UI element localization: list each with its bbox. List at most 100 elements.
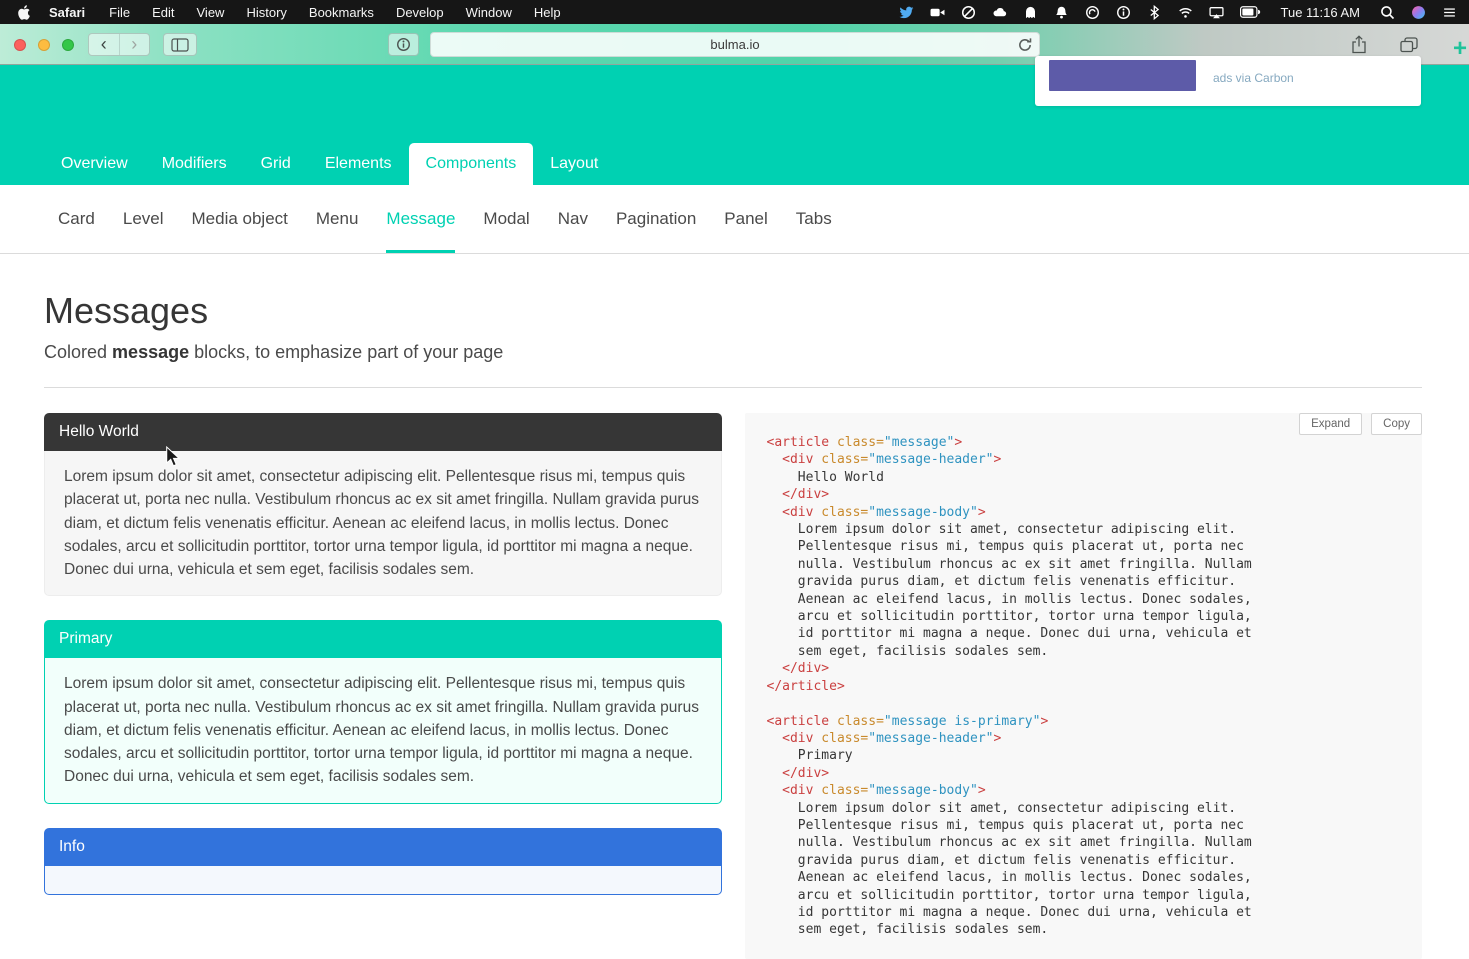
menu-bookmarks[interactable]: Bookmarks [309,5,374,20]
main-content: Messages Colored message blocks, to emph… [0,254,1469,959]
ad-image[interactable] [1049,60,1196,91]
siri-icon[interactable] [1411,5,1426,20]
screen-record-icon[interactable] [930,5,945,20]
ad-caption-link[interactable]: ads via Carbon [1213,71,1294,85]
wifi-icon[interactable] [1178,5,1193,20]
tab-components[interactable]: Components [408,143,534,185]
twitter-icon[interactable] [899,5,914,20]
active-app-name[interactable]: Safari [49,5,85,20]
message-body: Lorem ipsum dolor sit amet, consectetur … [44,658,722,804]
subnav-item-card[interactable]: Card [58,185,95,253]
code-line: <div class="message-header"> [782,452,1002,468]
subnav-item-panel[interactable]: Panel [724,185,767,253]
share-button[interactable] [1346,34,1372,55]
bluetooth-icon[interactable] [1147,4,1162,20]
subtitle-bold: message [112,342,190,362]
address-bar[interactable]: bulma.io [430,32,1040,57]
message-example-hello-world: Hello World Lorem ipsum dolor sit amet, c… [44,413,722,597]
code-line: </div> [782,487,830,503]
reload-icon[interactable] [1017,37,1033,53]
menu-file[interactable]: File [109,5,130,20]
spotlight-icon[interactable] [1380,5,1395,20]
subnav-item-modal[interactable]: Modal [483,185,529,253]
extension-button[interactable] [388,33,419,56]
forward-button[interactable]: › [118,34,150,55]
subnav-item-tabs[interactable]: Tabs [796,185,832,253]
window-zoom-button[interactable] [62,39,74,51]
code-line: Pellentesque risus mi, tempus quis place… [766,817,1244,833]
notification-bell-icon[interactable] [1054,5,1069,20]
example-columns: Hello World Lorem ipsum dolor sit amet, c… [44,413,1422,959]
subnav-item-media-object[interactable]: Media object [192,185,288,253]
menu-window[interactable]: Window [466,5,512,20]
code-line: arcu et sollicitudin porttitor, tortor u… [766,609,1252,625]
ghost-app-icon[interactable] [1023,5,1038,20]
divider [44,387,1422,388]
code-line: </div> [782,765,830,781]
code-line: Lorem ipsum dolor sit amet, consectetur … [766,522,1237,538]
code-line: <div class="message-body"> [782,783,986,799]
hero-banner: ads via Carbon Overview Modifiers Grid Elem… [0,56,1469,185]
message-body [44,865,722,895]
subnav-item-pagination[interactable]: Pagination [616,185,696,253]
airplay-icon[interactable] [1208,5,1224,20]
sidebar-button[interactable] [163,33,197,56]
code-block[interactable]: <article class="message"> <div class="me… [767,434,1405,939]
info-circle-icon [396,37,411,52]
code-line: gravida purus diam, et dictum felis vene… [766,574,1237,590]
code-line: Aenean ac eleifend lacus, in mollis lect… [766,870,1252,886]
menubar-status-area: Tue 11:16 AM [899,4,1458,20]
do-not-disturb-icon[interactable] [961,5,976,20]
code-actions: Expand Copy [1299,413,1422,435]
notification-center-icon[interactable] [1442,5,1457,20]
code-line: Hello World [766,469,884,485]
subnav-item-message[interactable]: Message [386,185,456,253]
spiral-app-icon[interactable] [1085,5,1100,20]
tabs-overview-icon [1400,36,1418,53]
new-tab-button[interactable]: + [1453,37,1467,61]
menu-develop[interactable]: Develop [396,5,444,20]
code-line: Pellentesque risus mi, tempus quis place… [766,539,1244,555]
menu-help[interactable]: Help [534,5,561,20]
tab-overview[interactable]: Overview [44,143,145,185]
window-close-button[interactable] [14,39,26,51]
code-column: Expand Copy <article class="message"> <d… [744,413,1422,959]
menu-view[interactable]: View [197,5,225,20]
subnav-item-nav[interactable]: Nav [558,185,588,253]
code-line: </div> [782,661,830,677]
tab-modifiers[interactable]: Modifiers [145,143,244,185]
code-line: </article> [766,678,845,694]
menubar-clock[interactable]: Tue 11:16 AM [1281,5,1361,20]
menubar-status-icons [899,4,1261,20]
code-panel: Expand Copy <article class="message"> <d… [744,413,1422,959]
history-nav-group: ‹ › [88,33,150,56]
carbon-ad-card[interactable]: ads via Carbon [1035,56,1421,106]
show-all-tabs-button[interactable] [1396,34,1422,55]
back-button[interactable]: ‹ [89,34,119,55]
icloud-icon[interactable] [992,5,1007,20]
menu-edit[interactable]: Edit [152,5,174,20]
message-header: Hello World [44,413,722,451]
tab-layout[interactable]: Layout [533,143,615,185]
code-line: id porttitor mi magna a neque. Donec dui… [766,904,1252,920]
code-line: arcu et sollicitudin porttitor, tortor u… [766,887,1252,903]
code-line: nulla. Vestibulum rhoncus ac ex sit amet… [766,835,1252,851]
code-line: sem eget, facilisis sodales sem. [766,922,1049,938]
examples-column: Hello World Lorem ipsum dolor sit amet, c… [44,413,722,959]
menu-history[interactable]: History [246,5,286,20]
subtitle-suffix: blocks, to emphasize part of your page [189,342,504,362]
message-header: Primary [44,620,722,659]
code-line: gravida purus diam, et dictum felis vene… [766,852,1237,868]
copy-button[interactable]: Copy [1371,413,1422,435]
window-minimize-button[interactable] [38,39,50,51]
subnav-item-level[interactable]: Level [123,185,164,253]
tab-elements[interactable]: Elements [308,143,409,185]
info-circle-icon[interactable] [1116,5,1131,20]
expand-button[interactable]: Expand [1299,413,1363,435]
apple-menu[interactable] [18,4,31,20]
battery-icon[interactable] [1239,6,1261,18]
code-line: sem eget, facilisis sodales sem. [766,643,1049,659]
tab-grid[interactable]: Grid [244,143,308,185]
sidebar-icon [171,37,189,52]
subnav-item-menu[interactable]: Menu [316,185,359,253]
